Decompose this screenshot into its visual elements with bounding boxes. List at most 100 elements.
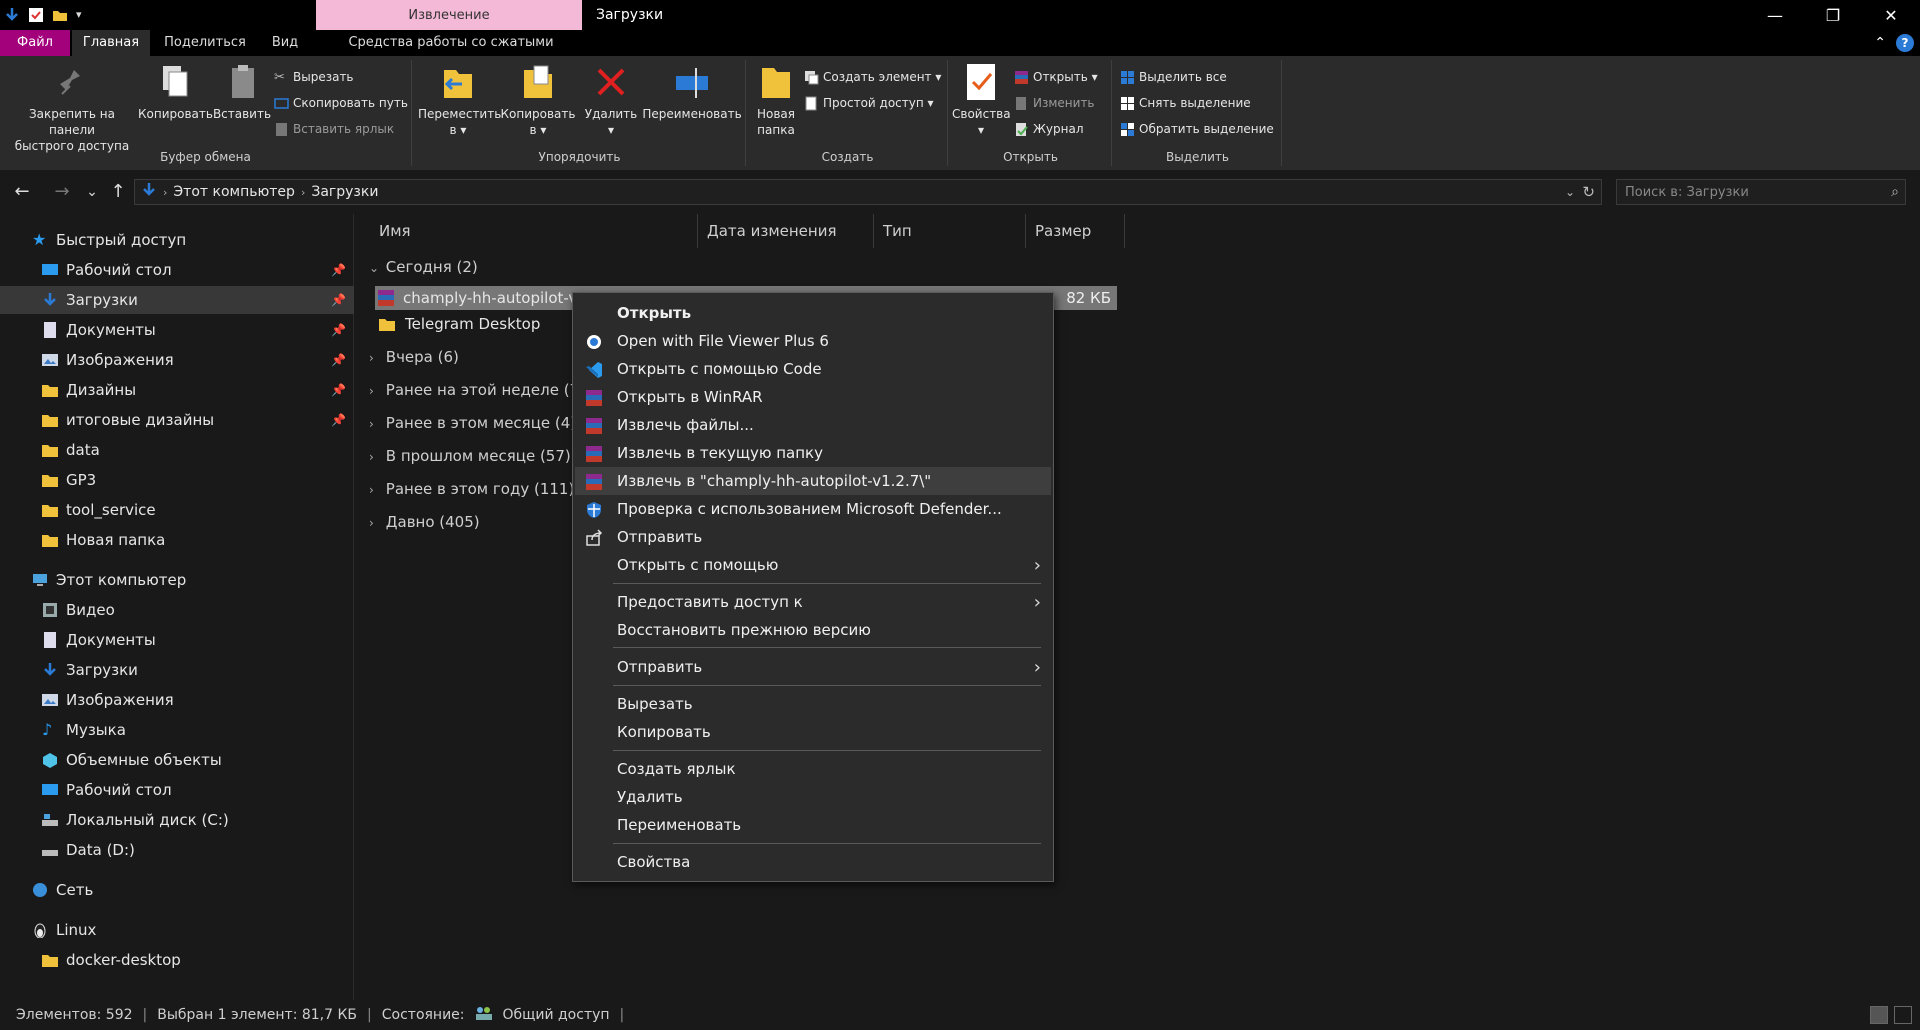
- context-tab-extract[interactable]: Извлечение: [316, 0, 582, 30]
- back-button[interactable]: ←: [10, 180, 34, 204]
- menu-item-cut[interactable]: Вырезать: [575, 690, 1051, 718]
- sidebar-item-pc-pictures[interactable]: Изображения: [0, 686, 354, 714]
- select-none-button[interactable]: Снять выделение: [1120, 92, 1251, 114]
- sidebar-quick-access[interactable]: ★ Быстрый доступ: [0, 226, 354, 254]
- sidebar-item-downloads[interactable]: Загрузки 📌: [0, 286, 354, 314]
- sidebar-this-pc[interactable]: Этот компьютер: [0, 566, 354, 594]
- rename-button[interactable]: Переименовать: [640, 62, 744, 122]
- delete-button[interactable]: Удалить ▾: [582, 62, 640, 138]
- pin-icon[interactable]: 📌: [331, 263, 346, 277]
- tab-compressed-tools[interactable]: Средства работы со сжатыми папками: [320, 30, 582, 76]
- new-folder-icon[interactable]: [52, 7, 68, 23]
- menu-item-copy[interactable]: Копировать: [575, 718, 1051, 746]
- group-this-month[interactable]: › Ранее в этом месяце (4): [369, 410, 576, 436]
- menu-item-share[interactable]: Отправить: [575, 523, 1051, 551]
- menu-item-extract-to-folder[interactable]: Извлечь в "champly-hh-autopilot-v1.2.7\": [575, 467, 1051, 495]
- large-icons-view-icon[interactable]: [1894, 1006, 1912, 1024]
- menu-item-delete[interactable]: Удалить: [575, 783, 1051, 811]
- invert-selection-button[interactable]: Обратить выделение: [1120, 118, 1274, 140]
- search-box[interactable]: ⌕: [1616, 179, 1906, 205]
- download-arrow-icon[interactable]: [4, 7, 20, 23]
- sidebar-item-pc-downloads[interactable]: Загрузки: [0, 656, 354, 684]
- address-dropdown-icon[interactable]: ⌄: [1565, 185, 1575, 199]
- sidebar-linux[interactable]: Linux: [0, 916, 354, 944]
- breadcrumb-this-pc[interactable]: Этот компьютер: [167, 184, 301, 200]
- qat-customize-icon[interactable]: ▾: [76, 7, 92, 23]
- menu-item-open-with[interactable]: Открыть с помощью ›: [575, 551, 1051, 579]
- group-this-year[interactable]: › Ранее в этом году (111): [369, 476, 574, 502]
- pin-icon[interactable]: 📌: [331, 353, 346, 367]
- new-folder-button[interactable]: Новая папка: [750, 62, 802, 138]
- pin-icon[interactable]: 📌: [331, 293, 346, 307]
- tab-view[interactable]: Вид: [262, 30, 308, 56]
- open-button[interactable]: Открыть ▾: [1014, 66, 1098, 88]
- close-button[interactable]: ✕: [1862, 0, 1920, 30]
- group-yesterday[interactable]: › Вчера (6): [369, 344, 459, 370]
- file-row-telegram[interactable]: Telegram Desktop: [375, 312, 575, 336]
- tab-share[interactable]: Поделиться: [160, 30, 250, 56]
- column-header-name[interactable]: Имя: [355, 214, 698, 248]
- easy-access-button[interactable]: Простой доступ ▾: [804, 92, 934, 114]
- sidebar-item-documents[interactable]: Документы 📌: [0, 316, 354, 344]
- edit-button[interactable]: Изменить: [1014, 92, 1095, 114]
- sidebar-network[interactable]: Сеть: [0, 876, 354, 904]
- column-header-date[interactable]: Дата изменения: [699, 214, 874, 248]
- menu-item-create-shortcut[interactable]: Создать ярлык: [575, 755, 1051, 783]
- menu-item-rename[interactable]: Переименовать: [575, 811, 1051, 839]
- sidebar-item-docker-desktop[interactable]: docker-desktop: [0, 946, 354, 974]
- collapse-ribbon-icon[interactable]: ⌃: [1874, 30, 1886, 56]
- menu-item-properties[interactable]: Свойства: [575, 848, 1051, 876]
- search-input[interactable]: [1617, 180, 1877, 204]
- sidebar-item-data[interactable]: data: [0, 436, 354, 464]
- menu-item-give-access[interactable]: Предоставить доступ к ›: [575, 588, 1051, 616]
- forward-button[interactable]: →: [50, 180, 74, 204]
- menu-item-extract-here[interactable]: Извлечь в текущую папку: [575, 439, 1051, 467]
- menu-item-open-with-code[interactable]: Открыть с помощью Code: [575, 355, 1051, 383]
- recent-locations-button[interactable]: ⌄: [80, 180, 104, 204]
- copy-to-button[interactable]: Копировать в ▾: [498, 62, 578, 138]
- sidebar-item-pictures[interactable]: Изображения 📌: [0, 346, 354, 374]
- menu-item-open-in-winrar[interactable]: Открыть в WinRAR: [575, 383, 1051, 411]
- sidebar-item-gp3[interactable]: GP3: [0, 466, 354, 494]
- up-button[interactable]: ↑: [106, 180, 130, 204]
- sidebar-item-tool-service[interactable]: tool_service: [0, 496, 354, 524]
- pin-icon[interactable]: 📌: [331, 383, 346, 397]
- group-last-month[interactable]: › В прошлом месяце (57): [369, 443, 571, 469]
- sidebar-item-3d-objects[interactable]: Объемные объекты: [0, 746, 354, 774]
- group-today[interactable]: ⌄ Сегодня (2): [369, 254, 478, 280]
- sidebar-item-pc-desktop[interactable]: Рабочий стол: [0, 776, 354, 804]
- properties-button[interactable]: Свойства ▾: [952, 62, 1011, 138]
- menu-item-file-viewer-plus[interactable]: Open with File Viewer Plus 6: [575, 327, 1051, 355]
- cut-button[interactable]: ✂ Вырезать: [274, 66, 354, 88]
- new-item-button[interactable]: Создать элемент ▾: [804, 66, 941, 88]
- sidebar-item-local-disk-c[interactable]: Локальный диск (C:): [0, 806, 354, 834]
- sidebar-item-new-folder[interactable]: Новая папка: [0, 526, 354, 554]
- group-long-ago[interactable]: › Давно (405): [369, 509, 480, 535]
- group-this-week[interactable]: › Ранее на этой неделе (7): [369, 377, 585, 403]
- history-button[interactable]: Журнал: [1014, 118, 1084, 140]
- minimize-button[interactable]: —: [1746, 0, 1804, 30]
- maximize-button[interactable]: ❐: [1804, 0, 1862, 30]
- paste-button[interactable]: Вставить: [212, 62, 272, 122]
- help-icon[interactable]: ?: [1896, 34, 1914, 52]
- properties-check-icon[interactable]: [28, 7, 44, 23]
- address-bar[interactable]: › Этот компьютер › Загрузки ⌄ ↻: [134, 179, 1602, 205]
- sidebar-item-music[interactable]: ♪ Музыка: [0, 716, 354, 744]
- sidebar-item-desktop[interactable]: Рабочий стол 📌: [0, 256, 354, 284]
- menu-item-send-to[interactable]: Отправить ›: [575, 653, 1051, 681]
- details-view-icon[interactable]: [1870, 1006, 1888, 1024]
- breadcrumb-downloads[interactable]: Загрузки: [305, 184, 384, 200]
- paste-shortcut-button[interactable]: Вставить ярлык: [274, 118, 394, 140]
- column-header-type[interactable]: Тип: [875, 214, 1026, 248]
- sidebar-item-videos[interactable]: Видео: [0, 596, 354, 624]
- pin-icon[interactable]: 📌: [331, 413, 346, 427]
- sidebar-item-final-designs[interactable]: итоговые дизайны 📌: [0, 406, 354, 434]
- copy-button[interactable]: Копировать: [138, 62, 213, 122]
- column-header-size[interactable]: Размер: [1027, 214, 1125, 248]
- sidebar-item-pc-documents[interactable]: Документы: [0, 626, 354, 654]
- pin-quick-access-button[interactable]: Закрепить на панели быстрого доступа: [6, 62, 138, 154]
- menu-item-extract-files[interactable]: Извлечь файлы...: [575, 411, 1051, 439]
- tab-file[interactable]: Файл: [0, 30, 70, 56]
- select-all-button[interactable]: Выделить все: [1120, 66, 1227, 88]
- pin-icon[interactable]: 📌: [331, 323, 346, 337]
